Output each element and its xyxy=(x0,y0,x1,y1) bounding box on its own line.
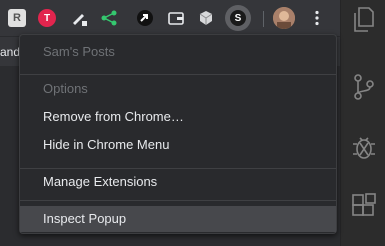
activity-bar xyxy=(340,0,385,246)
menu-separator xyxy=(20,74,336,75)
remove-from-chrome-item[interactable]: Remove from Chrome… xyxy=(20,104,336,130)
cube-icon[interactable] xyxy=(197,9,215,27)
s-badge: S xyxy=(230,10,246,26)
screen: R T S and Sam's Posts Options Remove fro… xyxy=(0,0,385,246)
bookmark-partial-text[interactable]: and xyxy=(0,45,20,59)
hide-in-chrome-menu-item[interactable]: Hide in Chrome Menu xyxy=(20,132,336,158)
extensions-icon[interactable] xyxy=(349,192,379,222)
s-extension-icon[interactable]: S xyxy=(225,5,251,31)
pencil-icon[interactable] xyxy=(70,9,88,27)
extension-context-menu: Sam's Posts Options Remove from Chrome… … xyxy=(19,34,337,234)
red-shield-icon[interactable]: T xyxy=(38,9,56,27)
arrow-icon[interactable] xyxy=(136,9,154,27)
debug-icon[interactable] xyxy=(349,132,379,162)
menu-title: Sam's Posts xyxy=(43,44,115,59)
toolbar-divider xyxy=(263,11,264,27)
menu-separator xyxy=(20,200,336,201)
more-vert-icon[interactable] xyxy=(308,9,326,27)
inspect-popup-item[interactable]: Inspect Popup xyxy=(20,206,336,232)
r-logo-icon[interactable]: R xyxy=(8,9,26,27)
manage-extensions-item[interactable]: Manage Extensions xyxy=(20,169,336,195)
source-control-icon[interactable] xyxy=(349,72,379,102)
copy-icon[interactable] xyxy=(349,4,379,34)
browser-toolbar: R T S xyxy=(0,0,340,36)
menu-options-heading: Options xyxy=(43,81,88,96)
wallet-icon[interactable] xyxy=(167,9,185,27)
share-icon[interactable] xyxy=(100,9,118,27)
profile-avatar[interactable] xyxy=(273,7,295,29)
